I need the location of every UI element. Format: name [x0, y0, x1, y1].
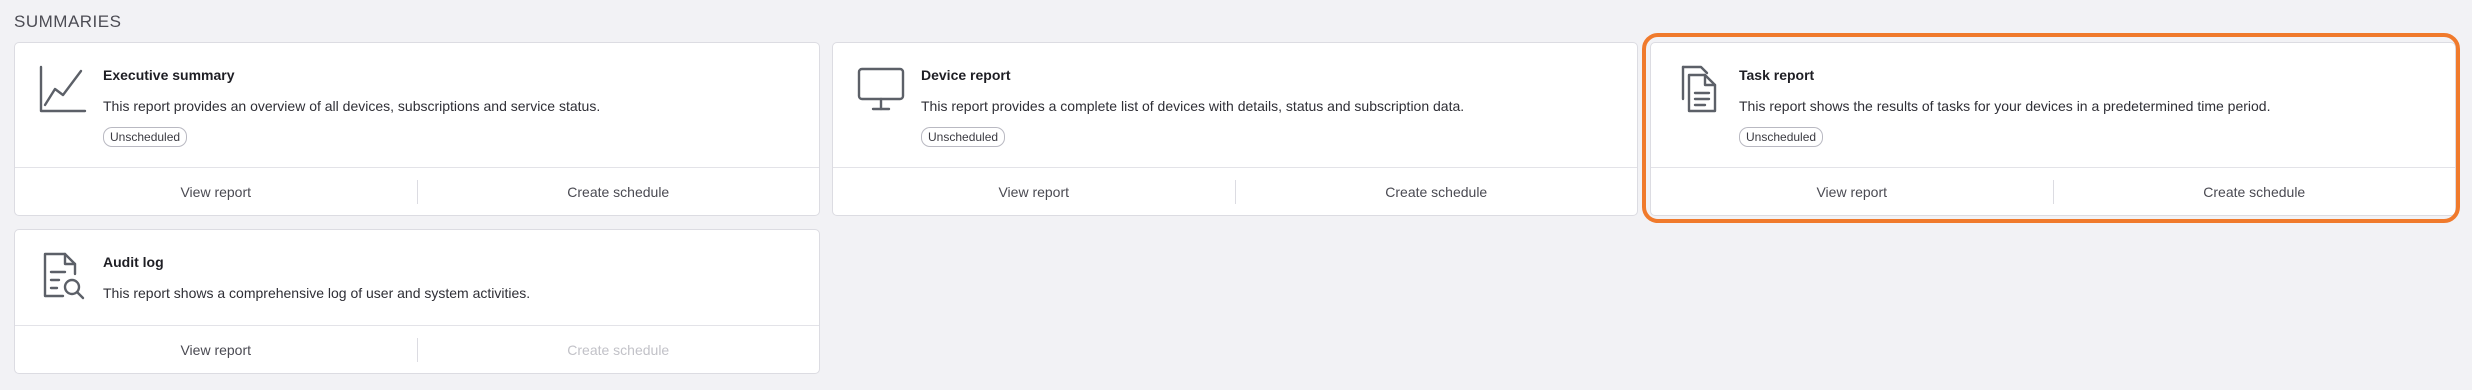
report-card-audit-log: Audit log This report shows a comprehens… [14, 229, 820, 374]
card-title: Audit log [103, 254, 164, 270]
document-search-icon [37, 250, 89, 302]
view-report-button[interactable]: View report [15, 326, 417, 373]
section-title: SUMMARIES [14, 12, 122, 31]
card-description: This report shows the results of tasks f… [1739, 98, 2271, 114]
card-description: This report provides an overview of all … [103, 98, 601, 114]
monitor-icon [855, 63, 907, 115]
report-card-task-report: Task report This report shows the result… [1650, 42, 2456, 216]
card-footer: View report Create schedule [833, 167, 1637, 215]
view-report-button[interactable]: View report [833, 168, 1235, 215]
create-schedule-button[interactable]: Create schedule [1236, 168, 1638, 215]
report-card-executive-summary: Executive summary This report provides a… [14, 42, 820, 216]
report-card-device-report: Device report This report provides a com… [832, 42, 1638, 216]
card-title: Task report [1739, 67, 1815, 83]
card-footer: View report Create schedule [15, 325, 819, 373]
status-badge: Unscheduled [1739, 127, 1824, 147]
card-title: Device report [921, 67, 1011, 83]
create-schedule-button[interactable]: Create schedule [418, 168, 820, 215]
documents-icon [1673, 63, 1725, 115]
status-badge: Unscheduled [103, 127, 188, 147]
card-description: This report shows a comprehensive log of… [103, 285, 531, 301]
card-description: This report provides a complete list of … [921, 98, 1465, 114]
create-schedule-button[interactable]: Create schedule [2054, 168, 2456, 215]
status-badge: Unscheduled [921, 127, 1006, 147]
view-report-button[interactable]: View report [15, 168, 417, 215]
create-schedule-button-disabled: Create schedule [567, 341, 670, 358]
card-footer: View report Create schedule [1651, 167, 2455, 215]
card-footer: View report Create schedule [15, 167, 819, 215]
card-title: Executive summary [103, 67, 235, 83]
line-chart-icon [37, 63, 89, 115]
view-report-button[interactable]: View report [1651, 168, 2053, 215]
